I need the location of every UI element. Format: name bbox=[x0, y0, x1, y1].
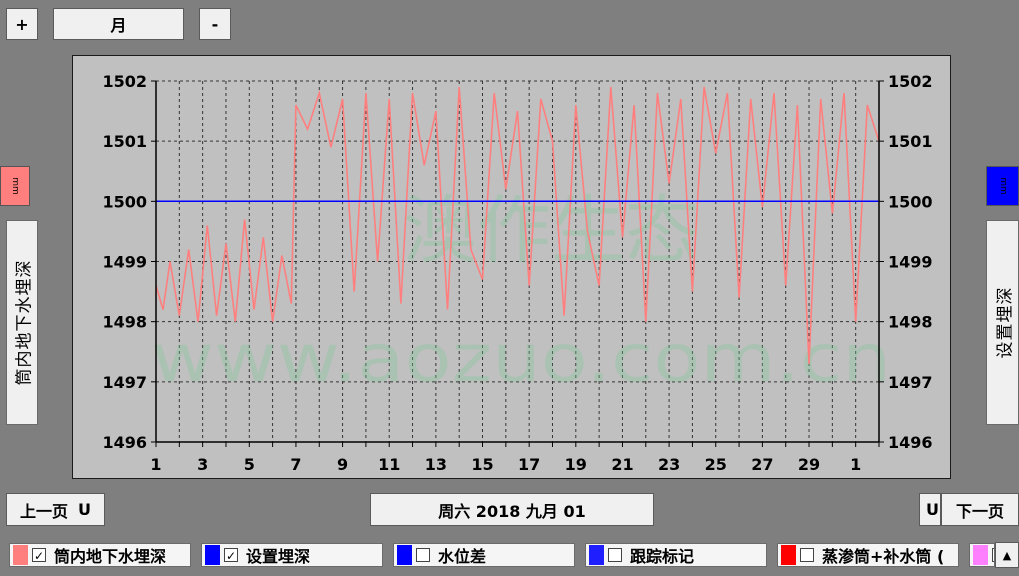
right-axis-title: 设置埋深 bbox=[995, 286, 1015, 359]
y-tick-label-left: 1501 bbox=[102, 132, 147, 151]
legend-item-groundwater-depth[interactable]: ✓ 筒内地下水埋深 bbox=[9, 543, 191, 567]
legend-item-water-level-diff[interactable]: 水位差 bbox=[393, 543, 575, 567]
line-chart: 澳作生态www.aozuo.com.cn 1496 14961497 1497149… bbox=[102, 72, 933, 474]
legend-swatch bbox=[205, 545, 220, 565]
legend-checkbox[interactable]: ✓ bbox=[224, 548, 238, 563]
prev-page-button[interactable]: 上一页 U bbox=[6, 493, 105, 526]
x-tick-label: 15 bbox=[471, 455, 493, 474]
legend-label: 跟踪标记 bbox=[630, 547, 695, 566]
y-tick-label-left: 1496 bbox=[102, 433, 147, 452]
left-axis-unit: mm bbox=[9, 177, 20, 195]
prev-page-suffix: U bbox=[78, 500, 91, 519]
watermark-url: www.aozuo.com.cn bbox=[151, 320, 891, 397]
next-page-button[interactable]: 下一页 bbox=[941, 493, 1019, 526]
legend-checkbox[interactable] bbox=[608, 548, 622, 562]
left-axis-title-button[interactable]: 筒内地下水埋深 bbox=[6, 220, 38, 425]
legend-item-extra[interactable] bbox=[969, 543, 995, 567]
legend-item-lysimeter[interactable]: 蒸渗筒+补水筒 ( bbox=[777, 543, 959, 567]
legend-label: 水位差 bbox=[438, 547, 487, 566]
x-tick-label: 13 bbox=[425, 455, 447, 474]
legend-checkbox[interactable] bbox=[800, 548, 814, 562]
legend-swatch bbox=[973, 545, 988, 565]
zoom-out-button[interactable]: - bbox=[199, 8, 231, 40]
date-display[interactable]: 周六 2018 九月 01 bbox=[370, 493, 654, 526]
y-tick-label-left: 1499 bbox=[102, 253, 147, 272]
next-page-prefix-box[interactable]: U bbox=[919, 493, 941, 526]
y-tick-label-left: 1498 bbox=[102, 313, 147, 332]
scroll-up-icon: ▲ bbox=[1002, 548, 1012, 562]
x-tick-label: 23 bbox=[658, 455, 680, 474]
next-page-prefix: U bbox=[926, 500, 939, 519]
x-tick-label: 27 bbox=[751, 455, 773, 474]
x-tick-label: 21 bbox=[611, 455, 633, 474]
prev-page-label: 上一页 bbox=[19, 501, 68, 521]
y-tick-label-right: 1496 bbox=[888, 433, 933, 452]
legend-swatch bbox=[589, 545, 604, 565]
legend-item-tracking-mark[interactable]: 跟踪标记 bbox=[585, 543, 767, 567]
legend-label: 设置埋深 bbox=[246, 547, 311, 566]
left-axis-unit-swatch[interactable]: mm bbox=[0, 166, 30, 206]
legend-swatch bbox=[397, 545, 412, 565]
legend-checkbox[interactable]: ✓ bbox=[32, 548, 46, 563]
plot-area[interactable]: 澳作生态 www.aozuo.com.cn 1496 1496 1497 1497 149… bbox=[72, 55, 951, 479]
x-tick-label: 19 bbox=[565, 455, 587, 474]
x-tick-label: 1 bbox=[850, 455, 861, 474]
x-tick-label: 11 bbox=[378, 455, 400, 474]
x-tick-label: 1 bbox=[150, 455, 161, 474]
left-axis-title: 筒内地下水埋深 bbox=[14, 259, 35, 386]
x-tick-label: 3 bbox=[197, 455, 208, 474]
x-tick-label: 25 bbox=[705, 455, 727, 474]
legend-swatch bbox=[781, 545, 796, 565]
x-tick-label: 5 bbox=[244, 455, 255, 474]
x-tick-label: 17 bbox=[518, 455, 540, 474]
x-tick-label: 9 bbox=[337, 455, 348, 474]
y-tick-label-right: 1502 bbox=[888, 72, 933, 91]
right-axis-unit: mm bbox=[997, 177, 1008, 195]
right-axis-unit-swatch[interactable]: mm bbox=[986, 166, 1019, 206]
legend-label: 蒸渗筒+补水筒 ( bbox=[822, 547, 945, 566]
right-axis-title-button[interactable]: 设置埋深 bbox=[986, 220, 1019, 425]
x-tick-label: 7 bbox=[290, 455, 301, 474]
y-tick-label-right: 1498 bbox=[888, 313, 933, 332]
period-button[interactable]: 月 bbox=[53, 8, 184, 40]
zoom-in-button[interactable]: + bbox=[6, 8, 38, 40]
y-tick-label-right: 1500 bbox=[888, 192, 933, 211]
y-tick-label-left: 1500 bbox=[102, 192, 147, 211]
x-tick-label: 29 bbox=[798, 455, 820, 474]
legend-item-set-depth[interactable]: ✓ 设置埋深 bbox=[201, 543, 383, 567]
y-tick-label-right: 1501 bbox=[888, 132, 933, 151]
legend-label: 筒内地下水埋深 bbox=[54, 547, 167, 566]
y-tick-label-left: 1497 bbox=[102, 373, 147, 392]
legend-scroll-button[interactable]: ▲ bbox=[995, 542, 1019, 568]
legend-checkbox[interactable] bbox=[416, 548, 430, 562]
y-tick-label-right: 1499 bbox=[888, 253, 933, 272]
y-tick-label-right: 1497 bbox=[888, 373, 933, 392]
legend-swatch bbox=[13, 545, 28, 565]
y-tick-label-left: 1502 bbox=[102, 72, 147, 91]
